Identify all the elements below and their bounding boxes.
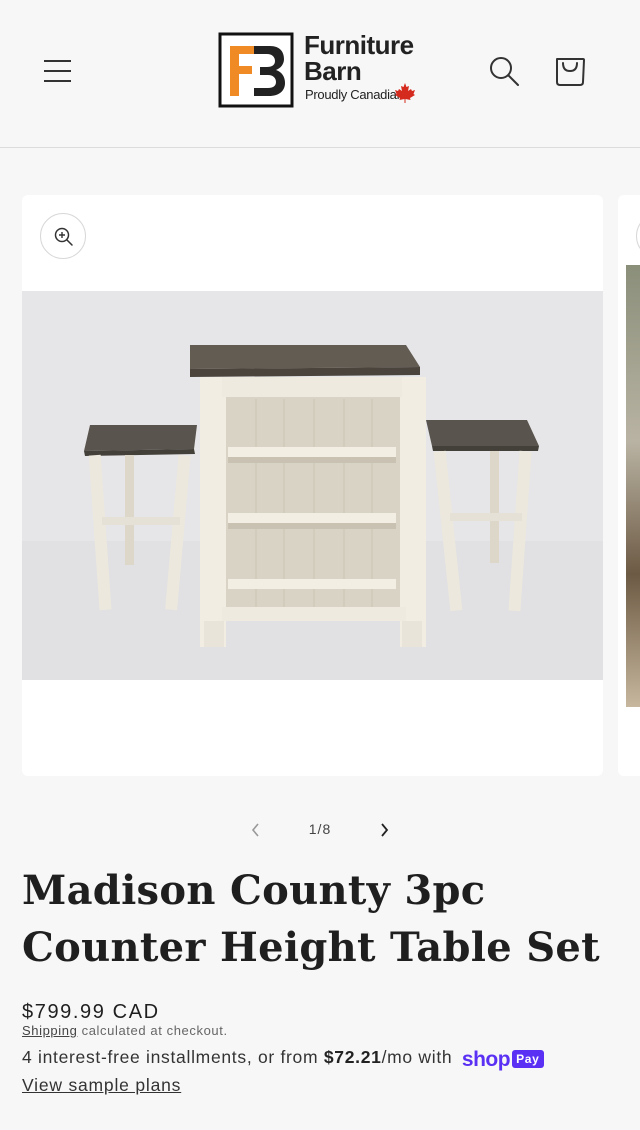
product-gallery[interactable]	[22, 195, 603, 776]
installments-text: 4 interest-free installments, or from $7…	[22, 1047, 544, 1072]
next-product-image	[626, 265, 640, 707]
hamburger-menu-icon[interactable]	[40, 55, 76, 87]
store-logo[interactable]: Furniture Barn Proudly Canadian	[218, 32, 428, 110]
next-gallery-slide[interactable]	[618, 195, 640, 776]
logo-wordmark: Furniture Barn	[304, 30, 414, 86]
zoom-in-icon[interactable]	[40, 213, 86, 259]
product-price: $799.99 CAD	[22, 1001, 160, 1023]
shipping-note-text: calculated at checkout.	[77, 1023, 228, 1038]
logo-monogram	[218, 32, 294, 108]
view-sample-plans-link[interactable]: View sample plans	[22, 1075, 181, 1096]
chevron-left-icon[interactable]	[244, 818, 268, 842]
product-title: Madison County 3pc Counter Height Table …	[22, 867, 600, 971]
installments-amount: $72.21	[323, 1047, 382, 1067]
gallery-pager: 1/8	[240, 812, 400, 848]
site-header: Furniture Barn Proudly Canadian	[0, 0, 640, 148]
product-image[interactable]	[22, 291, 603, 680]
cart-icon[interactable]	[550, 52, 590, 92]
search-icon[interactable]	[486, 53, 522, 89]
shop-pay-badge: Pay	[512, 1050, 544, 1068]
zoom-in-icon[interactable]	[636, 213, 640, 259]
shipping-link[interactable]: Shipping	[22, 1023, 77, 1038]
shipping-note: Shipping calculated at checkout.	[22, 1023, 228, 1038]
shop-pay-logo: shop Pay	[462, 1048, 544, 1072]
installments-suffix: /mo with	[381, 1047, 458, 1067]
maple-leaf-icon	[395, 83, 415, 103]
installments-prefix: 4 interest-free installments, or from	[22, 1047, 324, 1067]
shop-pay-word: shop	[461, 1048, 511, 1071]
logo-tagline: Proudly Canadian	[305, 87, 404, 102]
slide-counter: 1/8	[308, 821, 332, 837]
chevron-right-icon[interactable]	[372, 818, 396, 842]
